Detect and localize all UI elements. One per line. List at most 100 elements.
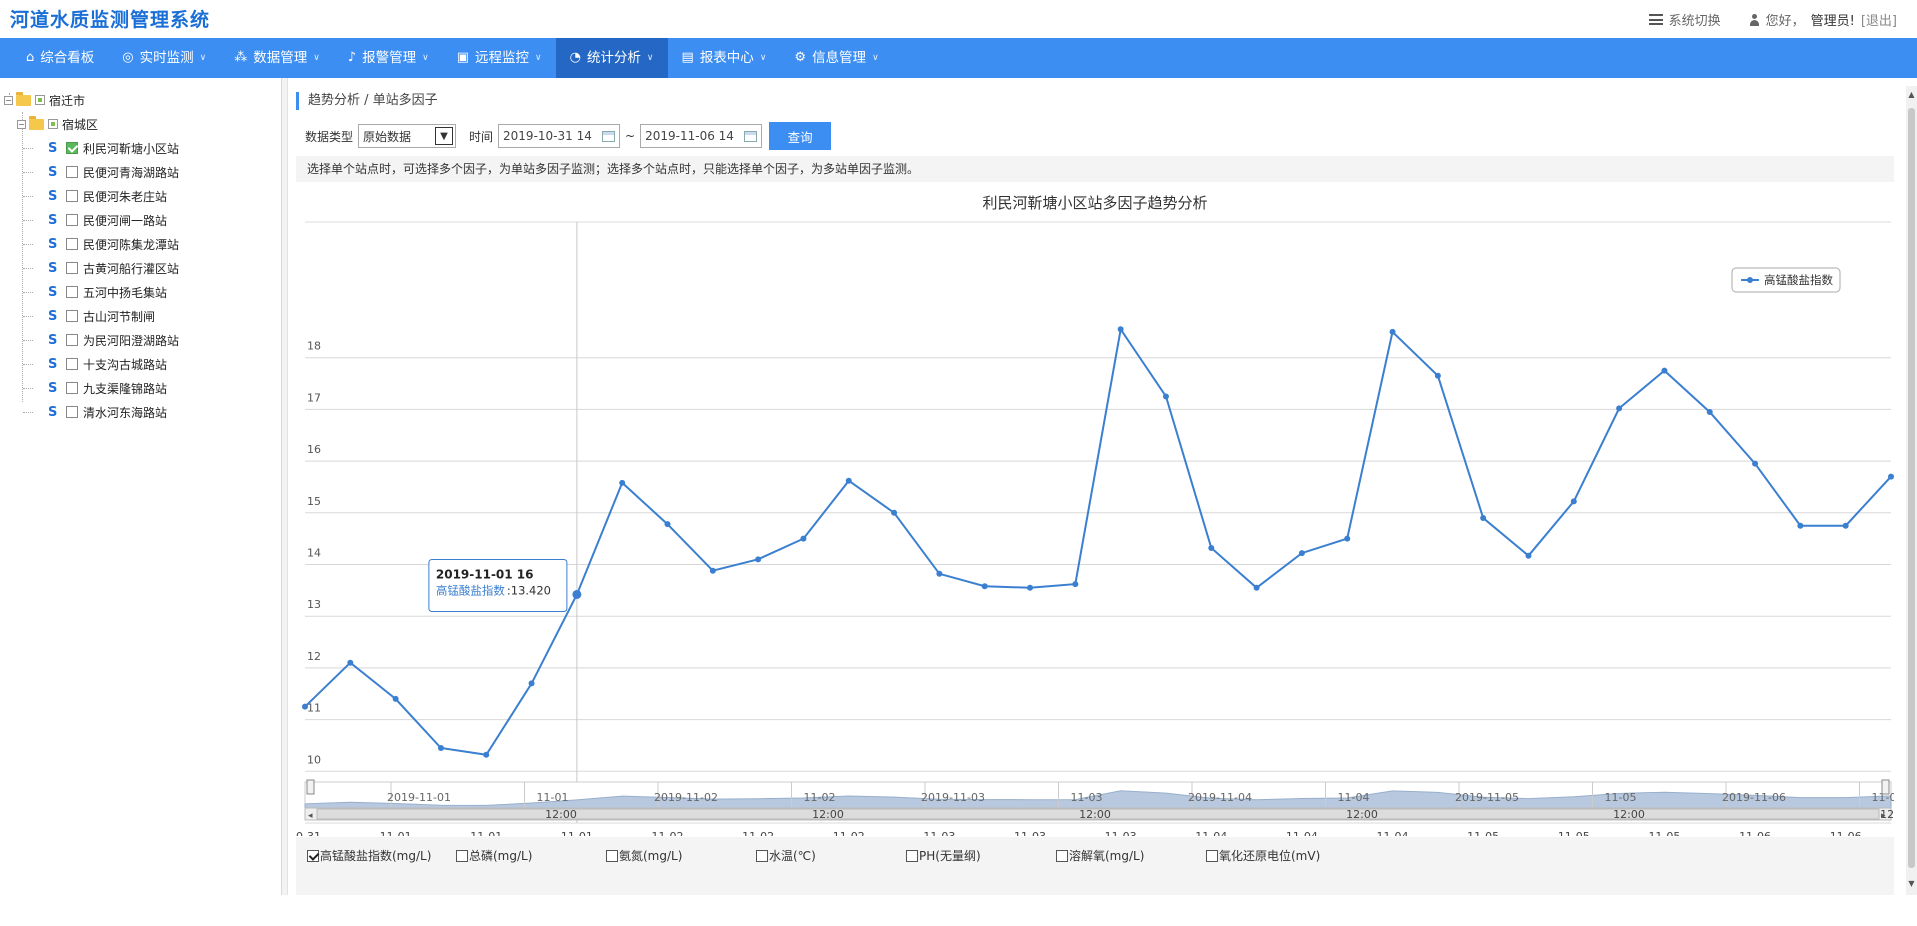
tree-node-station[interactable]: S 民便河闸一路站 [48, 210, 167, 230]
scrollbar-thumb[interactable] [1908, 108, 1915, 868]
nav-realtime[interactable]: ◎ 实时监测 ∨ [108, 38, 220, 78]
data-point[interactable] [1706, 408, 1713, 415]
data-point[interactable] [664, 521, 671, 528]
tree-node-district[interactable]: − 宿城区 [17, 114, 98, 134]
station-checkbox[interactable] [66, 406, 78, 418]
station-checkbox[interactable] [66, 238, 78, 250]
factor-checkbox[interactable] [756, 849, 768, 862]
tree-node-station[interactable]: S 为民河阳澄湖路站 [48, 330, 179, 350]
date-to-input[interactable]: 2019-11-06 14 [640, 124, 763, 148]
station-checkbox[interactable] [66, 190, 78, 202]
calendar-icon[interactable] [602, 130, 616, 142]
query-button[interactable]: 查询 [769, 122, 832, 150]
factor-checkbox[interactable] [606, 849, 618, 862]
station-checkbox[interactable] [66, 286, 78, 298]
data-point[interactable] [302, 703, 308, 710]
factor-checkbox[interactable] [1056, 849, 1068, 862]
data-point[interactable] [1298, 550, 1305, 557]
tree-node-station[interactable]: S 古山河节制闸 [48, 306, 155, 326]
system-switch-icon[interactable] [1648, 14, 1663, 25]
nav-remote[interactable]: ▣ 远程监控 ∨ [443, 38, 556, 78]
scroll-left-icon[interactable]: ◂ [308, 811, 313, 821]
collapse-icon[interactable]: − [17, 119, 26, 129]
nav-alarm[interactable]: ♪ 报警管理 ∨ [334, 38, 443, 78]
data-point[interactable] [1072, 581, 1079, 588]
nav-data[interactable]: ⁂ 数据管理 ∨ [220, 38, 334, 78]
nav-reports[interactable]: ▤ 报表中心 ∨ [668, 38, 781, 78]
tree-node-station[interactable]: S 民便河青海湖路站 [48, 162, 179, 182]
data-point[interactable] [709, 567, 716, 574]
tree-node-station[interactable]: S 五河中扬毛集站 [48, 282, 167, 302]
data-point[interactable] [1752, 460, 1759, 467]
station-checkbox[interactable] [66, 166, 78, 178]
data-point[interactable] [619, 479, 626, 486]
navigator-handle-left[interactable] [306, 779, 315, 795]
data-point[interactable] [1208, 544, 1215, 551]
system-switch-link[interactable]: 系统切换 [1669, 10, 1721, 29]
tree-node-station[interactable]: S 古黄河船行灌区站 [48, 258, 179, 278]
data-point[interactable] [1525, 552, 1532, 559]
data-type-select[interactable]: 原始数据 ▼ [358, 124, 457, 148]
data-point[interactable] [437, 745, 444, 752]
data-point[interactable] [347, 659, 354, 666]
data-point[interactable] [1480, 514, 1487, 521]
factor-option[interactable]: 总磷(mg/L) [456, 847, 532, 864]
scroll-down-icon[interactable]: ▼ [1906, 879, 1917, 891]
factor-checkbox[interactable] [456, 849, 468, 862]
tree-node-station[interactable]: S 民便河朱老庄站 [48, 186, 167, 206]
logout-link[interactable]: [退出] [1861, 10, 1897, 29]
data-point[interactable] [572, 589, 582, 599]
trend-chart[interactable]: 利民河靳塘小区站多因子趋势分析910111213141516171810-311… [289, 186, 1912, 926]
data-point[interactable] [1027, 584, 1034, 591]
date-from-input[interactable]: 2019-10-31 14 [498, 124, 621, 148]
tree-node-city[interactable]: − 宿迁市 [4, 90, 85, 110]
data-point[interactable] [1117, 326, 1124, 333]
station-checkbox[interactable] [66, 142, 78, 154]
partial-checkbox[interactable] [48, 119, 58, 129]
station-checkbox[interactable] [66, 262, 78, 274]
collapse-icon[interactable]: − [4, 95, 13, 105]
tree-node-station[interactable]: S 九支渠隆锦路站 [48, 378, 167, 398]
factor-checkbox[interactable] [1206, 849, 1218, 862]
factor-option[interactable]: 水温(℃) [756, 847, 816, 864]
data-point[interactable] [936, 570, 943, 577]
data-point[interactable] [1661, 367, 1668, 374]
panel-splitter[interactable] [282, 78, 288, 895]
data-point[interactable] [392, 695, 399, 702]
legend-label[interactable]: 高锰酸盐指数 [1764, 273, 1833, 287]
page-scrollbar[interactable]: ▲ ▼ [1906, 86, 1917, 895]
nav-info[interactable]: ⚙ 信息管理 ∨ [780, 38, 892, 78]
station-checkbox[interactable] [66, 214, 78, 226]
navigator-handle-right[interactable] [1881, 779, 1890, 795]
data-point[interactable] [1344, 535, 1351, 542]
factor-checkbox[interactable] [906, 849, 918, 862]
tree-node-station[interactable]: S 民便河陈集龙潭站 [48, 234, 179, 254]
factor-checkbox[interactable] [307, 849, 319, 862]
data-point[interactable] [800, 535, 807, 542]
factor-option[interactable]: 溶解氧(mg/L) [1056, 847, 1144, 864]
station-checkbox[interactable] [66, 310, 78, 322]
data-point[interactable] [1434, 372, 1441, 379]
data-point[interactable] [1389, 328, 1396, 335]
data-point[interactable] [1888, 473, 1894, 480]
scroll-right-icon[interactable]: ▸ [1881, 811, 1886, 821]
data-point[interactable] [1797, 522, 1804, 529]
data-point[interactable] [1162, 393, 1169, 400]
tree-node-station[interactable]: S 利民河靳塘小区站 [48, 138, 179, 158]
data-point[interactable] [1616, 405, 1623, 412]
nav-dashboard[interactable]: ⌂ 综合看板 [0, 38, 108, 78]
data-point[interactable] [528, 680, 535, 687]
data-point[interactable] [483, 751, 490, 758]
factor-option[interactable]: 高锰酸盐指数(mg/L) [307, 847, 431, 864]
data-point[interactable] [891, 509, 898, 516]
trend-chart-svg[interactable]: 利民河靳塘小区站多因子趋势分析910111213141516171810-311… [289, 186, 1912, 857]
station-checkbox[interactable] [66, 382, 78, 394]
data-point[interactable] [1253, 584, 1260, 591]
nav-statistics[interactable]: ◔ 统计分析 ∨ [555, 38, 668, 78]
data-point[interactable] [845, 477, 852, 484]
factor-option[interactable]: 氧化还原电位(mV) [1206, 847, 1320, 864]
data-point[interactable] [1842, 522, 1849, 529]
tree-node-station[interactable]: S 十支沟古城路站 [48, 354, 167, 374]
data-point[interactable] [1570, 498, 1577, 505]
tree-node-station[interactable]: S 清水河东海路站 [48, 402, 167, 422]
